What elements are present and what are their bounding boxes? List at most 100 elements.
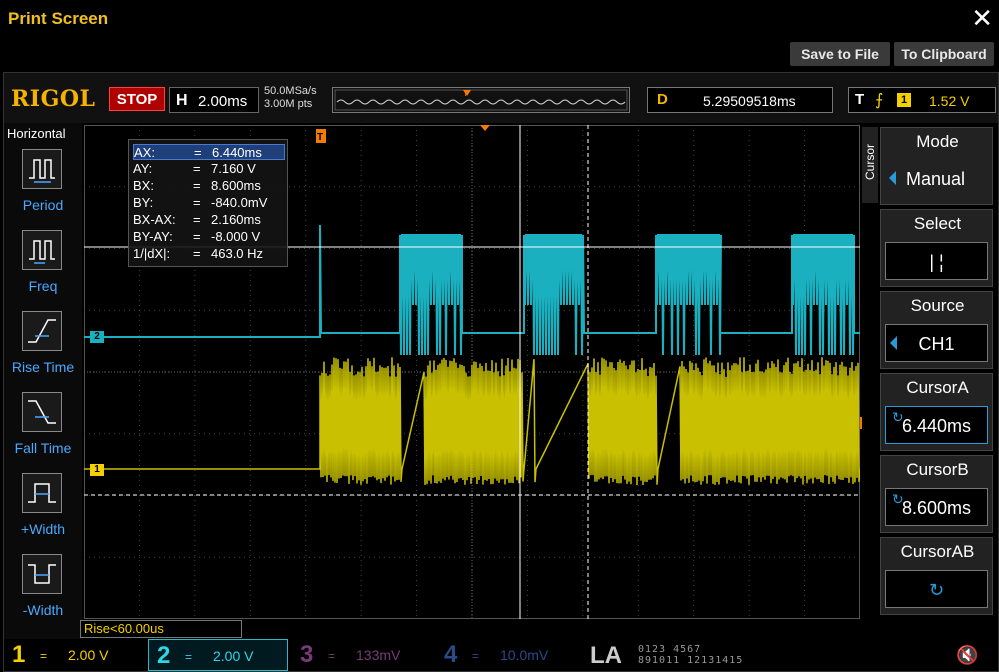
memory-overview[interactable]: T bbox=[332, 87, 630, 113]
readout-eq: = bbox=[193, 195, 201, 210]
trigger-level: 1.52 V bbox=[929, 93, 969, 109]
cursor-b-softkey[interactable]: CursorB ↻ 8.600ms bbox=[880, 455, 993, 533]
close-icon[interactable]: ✕ bbox=[971, 4, 993, 32]
softkey-value: Manual bbox=[885, 169, 986, 190]
menu-tab-label: Cursor bbox=[863, 132, 877, 192]
channel-3-button[interactable]: 3 = 133mV bbox=[292, 639, 432, 671]
ch1-offset-marker[interactable]: 1 bbox=[90, 464, 104, 476]
sample-rate: 50.0MSa/s bbox=[264, 85, 317, 98]
readout-value: 8.600ms bbox=[211, 178, 261, 193]
channel-number: 4 bbox=[444, 641, 457, 669]
softkey-title: CursorAB bbox=[881, 542, 994, 562]
readout-key: AX: bbox=[134, 145, 155, 160]
readout-key: BX: bbox=[133, 178, 154, 193]
mode-value-box: Manual bbox=[885, 160, 988, 198]
readout-key: BX-AX: bbox=[133, 212, 176, 227]
softkey-value: | ¦ bbox=[886, 252, 987, 273]
cursor-ab-value-box: ↻ bbox=[885, 570, 988, 608]
rising-edge-icon: ⨍ bbox=[875, 90, 883, 110]
softkey-value: CH1 bbox=[886, 334, 987, 355]
measure-frequency-button[interactable]: Freq bbox=[6, 230, 80, 310]
window-title: Print Screen bbox=[8, 9, 108, 29]
softkey-title: CursorB bbox=[881, 460, 994, 480]
readout-row: BY-AY: = -8.000 V bbox=[133, 229, 285, 245]
dc-coupling-icon: = bbox=[185, 650, 192, 664]
speaker-mute-icon[interactable]: 🔇 bbox=[956, 645, 978, 666]
channel-scale: 2.00 V bbox=[68, 647, 108, 663]
acquisition-info: 50.0MSa/s 3.00M pts bbox=[264, 85, 317, 111]
measure-rise-time-button[interactable]: Rise Time bbox=[6, 311, 80, 391]
readout-key: BY-AY: bbox=[133, 229, 173, 244]
waveform-display[interactable]: T AX: = 6.440ms AY: = 7.160 V BX: = 8.60… bbox=[84, 125, 860, 643]
channel-2-button[interactable]: 2 = 2.00 V bbox=[148, 639, 288, 671]
rigol-logo: RIGOL bbox=[11, 86, 96, 112]
readout-row: AX: = 6.440ms bbox=[133, 144, 285, 160]
channel-1-button[interactable]: 1 = 2.00 V bbox=[4, 639, 144, 671]
select-softkey[interactable]: Select | ¦ bbox=[880, 209, 993, 287]
la-bits-top: 0123 4567 bbox=[638, 644, 743, 655]
frequency-icon bbox=[22, 230, 62, 270]
delay-key: D bbox=[657, 91, 668, 108]
channel-scale: 10.0mV bbox=[500, 647, 548, 663]
readout-value: 6.440ms bbox=[212, 145, 262, 160]
readout-row: BX: = 8.600ms bbox=[133, 178, 285, 194]
delay-value: 5.29509518ms bbox=[703, 93, 796, 109]
readout-eq: = bbox=[193, 246, 201, 261]
readout-eq: = bbox=[193, 229, 201, 244]
save-to-file-button[interactable]: Save to File bbox=[790, 42, 890, 66]
title-bar: Print Screen ✕ bbox=[0, 0, 999, 38]
cursor-menu-tab: Cursor bbox=[862, 127, 878, 203]
channel-scale: 2.00 V bbox=[213, 648, 253, 664]
memory-overview-waveform: T bbox=[333, 88, 629, 112]
ch2-offset-marker[interactable]: 2 bbox=[90, 331, 104, 343]
dc-coupling-icon: = bbox=[472, 649, 479, 663]
readout-value: 2.160ms bbox=[211, 212, 261, 227]
source-softkey[interactable]: Source CH1 bbox=[880, 291, 993, 369]
measure-positive-width-button[interactable]: +Width bbox=[6, 473, 80, 553]
measure-label: Freq bbox=[6, 278, 80, 294]
measure-label: Rise Time bbox=[6, 359, 80, 375]
run-state-badge[interactable]: STOP bbox=[109, 87, 165, 111]
readout-value: 463.0 Hz bbox=[211, 246, 263, 261]
delay-display[interactable]: D 5.29509518ms bbox=[647, 87, 833, 113]
source-value-box: CH1 bbox=[885, 324, 988, 362]
timebase-value: 2.00ms bbox=[198, 93, 247, 110]
softkey-value: 6.440ms bbox=[886, 416, 987, 437]
measure-fall-time-button[interactable]: Fall Time bbox=[6, 392, 80, 472]
timebase-display[interactable]: H 2.00ms bbox=[169, 87, 259, 113]
logic-analyzer-button[interactable]: LA 0123 4567 891011 12131415 bbox=[586, 642, 756, 668]
readout-eq: = bbox=[193, 178, 201, 193]
measure-label: Period bbox=[6, 197, 80, 213]
readout-row: 1/|dX|: = 463.0 Hz bbox=[133, 246, 285, 262]
timebase-key: H bbox=[176, 92, 188, 110]
trigger-source-badge: 1 bbox=[897, 93, 911, 107]
measure-negative-width-button[interactable]: -Width bbox=[6, 554, 80, 634]
channel-4-button[interactable]: 4 = 10.0mV bbox=[436, 639, 576, 671]
softkey-title: Source bbox=[881, 296, 994, 316]
measure-label: +Width bbox=[6, 521, 80, 537]
readout-value: -8.000 V bbox=[211, 229, 260, 244]
readout-row: BY: = -840.0mV bbox=[133, 195, 285, 211]
center-marker-icon bbox=[480, 125, 490, 131]
readout-row: BX-AX: = 2.160ms bbox=[133, 212, 285, 228]
readout-value: 7.160 V bbox=[211, 161, 256, 176]
readout-eq: = bbox=[194, 145, 202, 160]
la-label: LA bbox=[590, 642, 622, 670]
trigger-display[interactable]: T ⨍ 1 1.52 V bbox=[848, 87, 996, 113]
to-clipboard-button[interactable]: To Clipboard bbox=[894, 42, 994, 66]
measure-period-button[interactable]: Period bbox=[6, 149, 80, 229]
fall-time-icon bbox=[22, 392, 62, 432]
softkey-title: Select bbox=[881, 214, 994, 234]
cursor-ab-softkey[interactable]: CursorAB ↻ bbox=[880, 537, 993, 615]
softkey-title: Mode bbox=[881, 132, 994, 152]
readout-key: BY: bbox=[133, 195, 153, 210]
positive-width-icon bbox=[22, 473, 62, 513]
readout-key: 1/|dX|: bbox=[133, 246, 170, 261]
cursor-a-softkey[interactable]: CursorA ↻ 6.440ms bbox=[880, 373, 993, 451]
mode-softkey[interactable]: Mode Manual bbox=[880, 127, 993, 205]
action-bar: Save to File To Clipboard bbox=[0, 38, 999, 70]
panel-title: Horizontal bbox=[7, 126, 66, 141]
channel-number: 3 bbox=[300, 641, 313, 669]
rise-time-icon bbox=[22, 311, 62, 351]
scope-screen: RIGOL STOP H 2.00ms 50.0MSa/s 3.00M pts … bbox=[3, 72, 999, 672]
